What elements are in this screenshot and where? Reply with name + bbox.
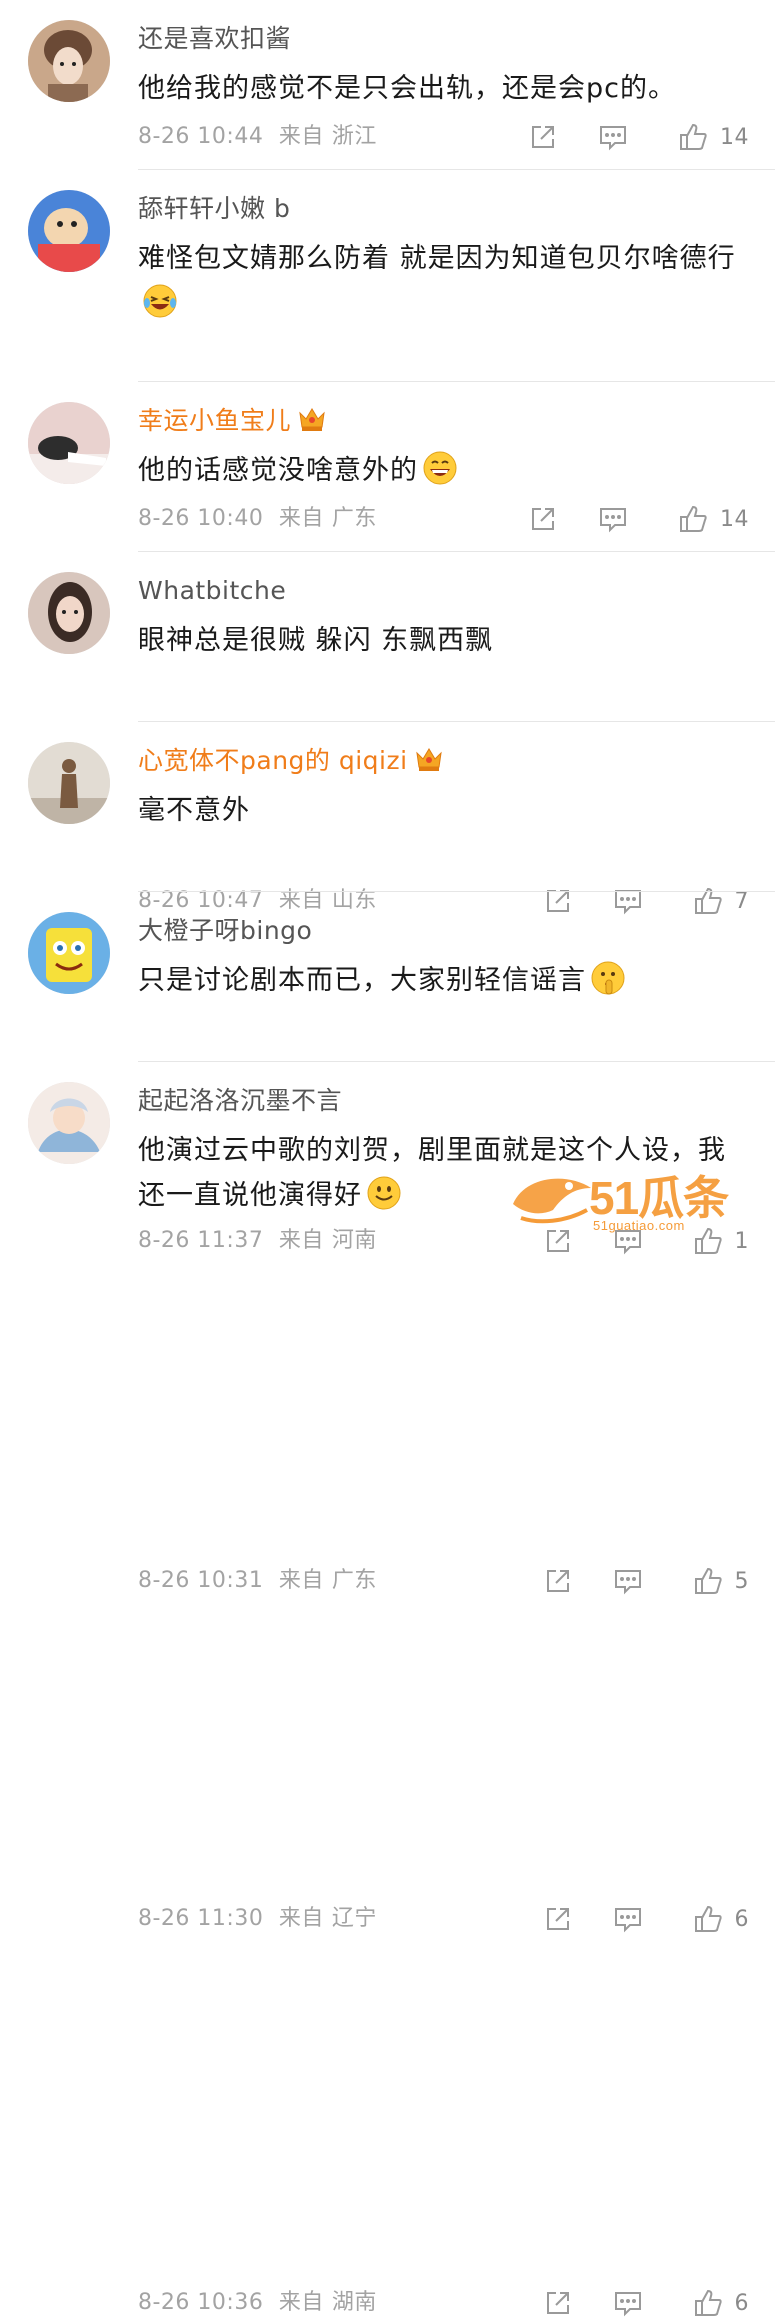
like-count: 14 bbox=[720, 124, 749, 150]
thumbs-up-icon bbox=[678, 122, 708, 152]
spongebob-avatar bbox=[28, 912, 110, 994]
avatar[interactable] bbox=[28, 20, 110, 102]
girl-portrait-avatar bbox=[28, 572, 110, 654]
comment-list: 还是喜欢扣酱 他给我的感觉不是只会出轨，还是会pc的。 8-26 10:44 来… bbox=[0, 0, 775, 2317]
vip-crown-icon bbox=[414, 745, 444, 773]
comment-actions: 6 bbox=[543, 2285, 750, 2321]
thumbs-up-icon bbox=[693, 1566, 723, 1596]
username-row[interactable]: Whatbitche bbox=[138, 574, 286, 608]
comment-meta: 8-26 10:44 来自 浙江 bbox=[138, 122, 377, 152]
username[interactable]: 还是喜欢扣酱 bbox=[138, 24, 291, 53]
share-icon[interactable] bbox=[543, 1566, 573, 1596]
comment-text: 难怪包文婧那么防着 就是因为知道包贝尔啥德行 bbox=[138, 243, 736, 274]
sleeping-person-avatar bbox=[28, 402, 110, 484]
comment-text-row: 毫不意外 bbox=[138, 788, 748, 833]
reply-icon[interactable] bbox=[613, 1566, 643, 1596]
avatar[interactable] bbox=[28, 742, 110, 824]
comment-text: 只是讨论剧本而已，大家别轻信谣言 bbox=[138, 965, 586, 996]
thinking-shush-emoji-icon bbox=[590, 960, 626, 996]
comment-location: 湖南 bbox=[331, 2290, 377, 2315]
avatar[interactable] bbox=[28, 912, 110, 994]
username-row[interactable]: 大橙子呀bingo bbox=[138, 914, 312, 948]
grinning-emoji-icon bbox=[422, 450, 458, 486]
like-count: 6 bbox=[734, 1906, 749, 1932]
comment-actions: 5 bbox=[543, 1563, 750, 1599]
watermark: 51瓜条 51guatiao.com bbox=[505, 1162, 755, 1242]
watermark-fish-logo-icon bbox=[513, 1178, 591, 1224]
cartoon-baby-avatar bbox=[28, 190, 110, 272]
username[interactable]: 大橙子呀bingo bbox=[138, 916, 312, 945]
girl-traditional-avatar bbox=[28, 20, 110, 102]
comment-text-row: 眼神总是很贼 躲闪 东飘西飘 bbox=[138, 618, 748, 663]
figurine-avatar bbox=[28, 742, 110, 824]
comment-actions: 6 bbox=[543, 1901, 750, 1937]
comment-text: 他给我的感觉不是只会出轨，还是会pc的。 bbox=[138, 73, 676, 104]
comment-item[interactable]: 舔轩轩小嫩 b 难怪包文婧那么防着 就是因为知道包贝尔啥德行 8-26 10:4… bbox=[0, 170, 775, 533]
comment-text: 毫不意外 bbox=[138, 795, 250, 826]
avatar[interactable] bbox=[28, 1082, 110, 1164]
avatar[interactable] bbox=[28, 572, 110, 654]
comment-meta: 8-26 11:30 来自 辽宁 bbox=[138, 1904, 377, 1934]
thumbs-up-icon bbox=[693, 1904, 723, 1934]
share-icon[interactable] bbox=[528, 122, 558, 152]
comment-item[interactable]: 还是喜欢扣酱 他给我的感觉不是只会出轨，还是会pc的。 8-26 10:44 来… bbox=[0, 0, 775, 170]
comment-text-row: 他给我的感觉不是只会出轨，还是会pc的。 bbox=[138, 66, 748, 111]
vip-crown-icon bbox=[297, 405, 327, 433]
like-button[interactable]: 14 bbox=[678, 122, 749, 152]
comment-meta: 8-26 10:36 来自 湖南 bbox=[138, 2288, 377, 2318]
username-row[interactable]: 起起洛洛沉墨不言 bbox=[138, 1084, 342, 1118]
username[interactable]: 舔轩轩小嫩 b bbox=[138, 194, 290, 223]
reply-icon[interactable] bbox=[613, 1904, 643, 1934]
username-row[interactable]: 还是喜欢扣酱 bbox=[138, 22, 291, 56]
avatar[interactable] bbox=[28, 190, 110, 272]
share-icon[interactable] bbox=[543, 1904, 573, 1934]
comment-item[interactable]: Whatbitche 眼神总是很贼 躲闪 东飘西飘 8-26 11:37 来自河… bbox=[0, 552, 775, 1255]
source-label: 来自 bbox=[278, 2290, 324, 2315]
username-row[interactable]: 舔轩轩小嫩 b bbox=[138, 192, 290, 226]
like-button[interactable]: 6 bbox=[693, 1904, 750, 1934]
comment-location: 浙江 bbox=[331, 124, 377, 149]
share-icon[interactable] bbox=[543, 2288, 573, 2318]
comment-date: 8-26 10:44 bbox=[138, 124, 264, 149]
username[interactable]: 幸运小鱼宝儿 bbox=[138, 406, 291, 435]
comment-text: 眼神总是很贼 躲闪 东飘西飘 bbox=[138, 625, 494, 656]
source-label: 来自 bbox=[278, 1568, 324, 1593]
comment-date: 8-26 11:30 bbox=[138, 1906, 264, 1931]
avatar[interactable] bbox=[28, 402, 110, 484]
username-row[interactable]: 心宽体不pang的 qiqizi bbox=[138, 744, 444, 778]
username[interactable]: 心宽体不pang的 qiqizi bbox=[138, 746, 408, 775]
comment-text-row: 他的话感觉没啥意外的 bbox=[138, 448, 748, 493]
comment-item[interactable]: 大橙子呀bingo 只是讨论剧本而已，大家别轻信谣言 8-26 11:30 来自… bbox=[0, 892, 775, 1933]
username[interactable]: Whatbitche bbox=[138, 576, 286, 605]
username-row[interactable]: 幸运小鱼宝儿 bbox=[138, 404, 327, 438]
reply-icon[interactable] bbox=[613, 2288, 643, 2318]
anime-character-avatar bbox=[28, 1082, 110, 1164]
like-count: 5 bbox=[734, 1568, 749, 1594]
comment-actions: 14 bbox=[528, 119, 749, 155]
comment-item[interactable]: 幸运小鱼宝儿 他的话感觉没啥意外的 8-26 10:47 来自 山东 7 bbox=[0, 382, 775, 915]
watermark-url: 51guatiao.com bbox=[593, 1218, 685, 1233]
thumbs-up-icon bbox=[693, 2288, 723, 2318]
source-label: 来自 bbox=[278, 1906, 324, 1931]
comment-text: 他的话感觉没啥意外的 bbox=[138, 455, 418, 486]
comment-date: 8-26 10:31 bbox=[138, 1568, 264, 1593]
reply-icon[interactable] bbox=[598, 122, 628, 152]
comment-date: 8-26 10:36 bbox=[138, 2290, 264, 2315]
username[interactable]: 起起洛洛沉墨不言 bbox=[138, 1086, 342, 1115]
comment-text-row: 难怪包文婧那么防着 就是因为知道包贝尔啥德行 bbox=[138, 236, 748, 326]
comment-item[interactable]: 心宽体不pang的 qiqizi 毫不意外 8-26 10:31 来自 广东 5 bbox=[0, 722, 775, 1595]
source-label: 来自 bbox=[278, 124, 324, 149]
comment-text-row: 只是讨论剧本而已，大家别轻信谣言 bbox=[138, 958, 748, 1003]
like-button[interactable]: 6 bbox=[693, 2288, 750, 2318]
like-button[interactable]: 5 bbox=[693, 1566, 750, 1596]
comment-meta: 8-26 10:31 来自 广东 bbox=[138, 1566, 377, 1596]
smile-emoji-icon bbox=[366, 1175, 402, 1211]
laughing-tears-emoji-icon bbox=[142, 283, 178, 319]
like-count: 6 bbox=[734, 2290, 749, 2316]
comment-location: 辽宁 bbox=[331, 1906, 377, 1931]
comment-location: 广东 bbox=[331, 1568, 377, 1593]
